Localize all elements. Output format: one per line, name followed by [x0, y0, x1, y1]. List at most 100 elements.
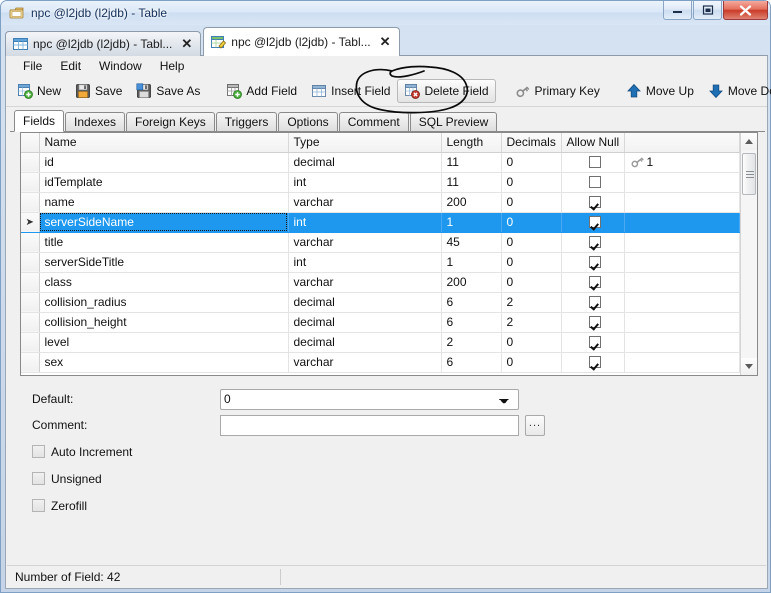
table-row[interactable]: collision_height decimal 6 2 — [21, 312, 740, 333]
cell-field-name[interactable]: id — [39, 152, 289, 173]
cell-allow-null[interactable] — [561, 172, 625, 193]
table-row[interactable]: idTemplate int 11 0 — [21, 172, 740, 193]
move-down-button[interactable]: Move Down — [701, 79, 771, 103]
cell-field-type[interactable]: decimal — [288, 152, 442, 173]
cell-field-length[interactable]: 1 — [441, 212, 502, 233]
checkbox-checked-icon[interactable] — [589, 356, 601, 368]
unsigned-row[interactable]: Unsigned — [20, 465, 758, 492]
cell-allow-null[interactable] — [561, 332, 625, 353]
tab-indexes[interactable]: Indexes — [65, 112, 126, 131]
cell-key[interactable] — [624, 172, 740, 193]
tab-sql-preview[interactable]: SQL Preview — [409, 112, 498, 131]
cell-field-decimals[interactable]: 0 — [501, 192, 562, 213]
cell-field-decimals[interactable]: 0 — [501, 212, 562, 233]
cell-field-decimals[interactable]: 0 — [501, 172, 562, 193]
cell-key[interactable] — [624, 192, 740, 213]
cell-field-type[interactable]: decimal — [288, 312, 442, 333]
column-header-allow-null[interactable]: Allow Null — [561, 133, 625, 153]
cell-field-type[interactable]: varchar — [288, 232, 442, 253]
cell-field-length[interactable]: 6 — [441, 292, 502, 313]
cell-field-type[interactable]: int — [288, 252, 442, 273]
cell-field-name[interactable]: serverSideName — [39, 212, 289, 233]
delete-field-button[interactable]: Delete Field — [397, 79, 496, 103]
cell-field-name[interactable]: level — [39, 332, 289, 353]
comment-input[interactable] — [220, 414, 519, 436]
table-row[interactable]: sex varchar 6 0 — [21, 352, 740, 373]
cell-field-length[interactable]: 2 — [441, 332, 502, 353]
cell-field-decimals[interactable]: 2 — [501, 312, 562, 333]
checkbox-checked-icon[interactable] — [589, 316, 601, 328]
default-select[interactable]: 0 — [220, 388, 519, 410]
cell-key[interactable] — [624, 332, 740, 353]
document-tab-1[interactable]: npc @l2jdb (l2jdb) - Tabl... ✕ — [5, 31, 202, 56]
cell-field-decimals[interactable]: 0 — [501, 232, 562, 253]
scroll-up-button[interactable] — [741, 133, 757, 150]
auto-increment-checkbox[interactable] — [32, 445, 45, 458]
cell-field-length[interactable]: 6 — [441, 352, 502, 373]
checkbox-checked-icon[interactable] — [589, 236, 601, 248]
cell-key[interactable] — [624, 212, 740, 233]
cell-field-type[interactable]: int — [288, 212, 442, 233]
checkbox-checked-icon[interactable] — [589, 196, 601, 208]
table-row[interactable]: id decimal 11 0 1 — [21, 152, 740, 173]
menu-file[interactable]: File — [14, 57, 51, 75]
cell-field-decimals[interactable]: 0 — [501, 252, 562, 273]
cell-field-name[interactable]: sex — [39, 352, 289, 373]
cell-field-name[interactable]: title — [39, 232, 289, 253]
row-indicator-cell[interactable] — [21, 352, 40, 373]
cell-field-decimals[interactable]: 2 — [501, 292, 562, 313]
row-indicator-cell[interactable] — [21, 252, 40, 273]
cell-field-type[interactable]: varchar — [288, 272, 442, 293]
primary-key-button[interactable]: Primary Key — [508, 79, 607, 103]
cell-field-type[interactable]: varchar — [288, 192, 442, 213]
cell-key[interactable] — [624, 252, 740, 273]
checkbox-checked-icon[interactable] — [589, 296, 601, 308]
cell-field-length[interactable]: 45 — [441, 232, 502, 253]
table-row[interactable]: class varchar 200 0 — [21, 272, 740, 293]
maximize-button[interactable] — [693, 1, 722, 20]
cell-field-name[interactable]: collision_height — [39, 312, 289, 333]
cell-field-name[interactable]: collision_radius — [39, 292, 289, 313]
table-row[interactable]: ➤ serverSideName int 1 0 — [21, 212, 740, 233]
row-indicator-cell[interactable]: ➤ — [21, 212, 40, 233]
comment-browse-button[interactable]: ... — [525, 414, 545, 436]
cell-field-length[interactable]: 200 — [441, 192, 502, 213]
cell-allow-null[interactable] — [561, 312, 625, 333]
cell-field-type[interactable]: int — [288, 172, 442, 193]
cell-allow-null[interactable] — [561, 232, 625, 253]
scrollbar-thumb[interactable] — [742, 153, 756, 195]
cell-allow-null[interactable] — [561, 272, 625, 293]
checkbox-checked-icon[interactable] — [589, 336, 601, 348]
new-button[interactable]: New — [10, 79, 68, 103]
row-indicator-cell[interactable] — [21, 172, 40, 193]
tab-fields[interactable]: Fields — [14, 110, 65, 132]
fields-grid-viewport[interactable]: Name Type Length Decimals Allow Null id d… — [21, 133, 740, 375]
column-header-type[interactable]: Type — [288, 133, 442, 153]
table-row[interactable]: level decimal 2 0 — [21, 332, 740, 353]
unsigned-checkbox[interactable] — [32, 472, 45, 485]
document-tab-2-close-icon[interactable]: ✕ — [380, 34, 391, 50]
cell-key[interactable] — [624, 292, 740, 313]
auto-increment-row[interactable]: Auto Increment — [20, 438, 758, 465]
cell-field-length[interactable]: 11 — [441, 152, 502, 173]
menu-help[interactable]: Help — [151, 57, 194, 75]
cell-allow-null[interactable] — [561, 152, 625, 173]
close-button[interactable] — [723, 1, 768, 20]
cell-field-type[interactable]: decimal — [288, 332, 442, 353]
cell-key[interactable] — [624, 352, 740, 373]
table-row[interactable]: collision_radius decimal 6 2 — [21, 292, 740, 313]
row-indicator-cell[interactable] — [21, 152, 40, 173]
cell-field-name[interactable]: class — [39, 272, 289, 293]
checkbox-checked-icon[interactable] — [589, 216, 601, 228]
scroll-down-button[interactable] — [741, 358, 757, 375]
cell-field-decimals[interactable]: 0 — [501, 272, 562, 293]
row-indicator-cell[interactable] — [21, 292, 40, 313]
save-as-button[interactable]: Save As — [129, 79, 207, 103]
cell-allow-null[interactable] — [561, 292, 625, 313]
cell-field-name[interactable]: name — [39, 192, 289, 213]
cell-field-decimals[interactable]: 0 — [501, 352, 562, 373]
cell-field-decimals[interactable]: 0 — [501, 332, 562, 353]
checkbox-checked-icon[interactable] — [589, 276, 601, 288]
cell-field-type[interactable]: decimal — [288, 292, 442, 313]
cell-field-length[interactable]: 200 — [441, 272, 502, 293]
